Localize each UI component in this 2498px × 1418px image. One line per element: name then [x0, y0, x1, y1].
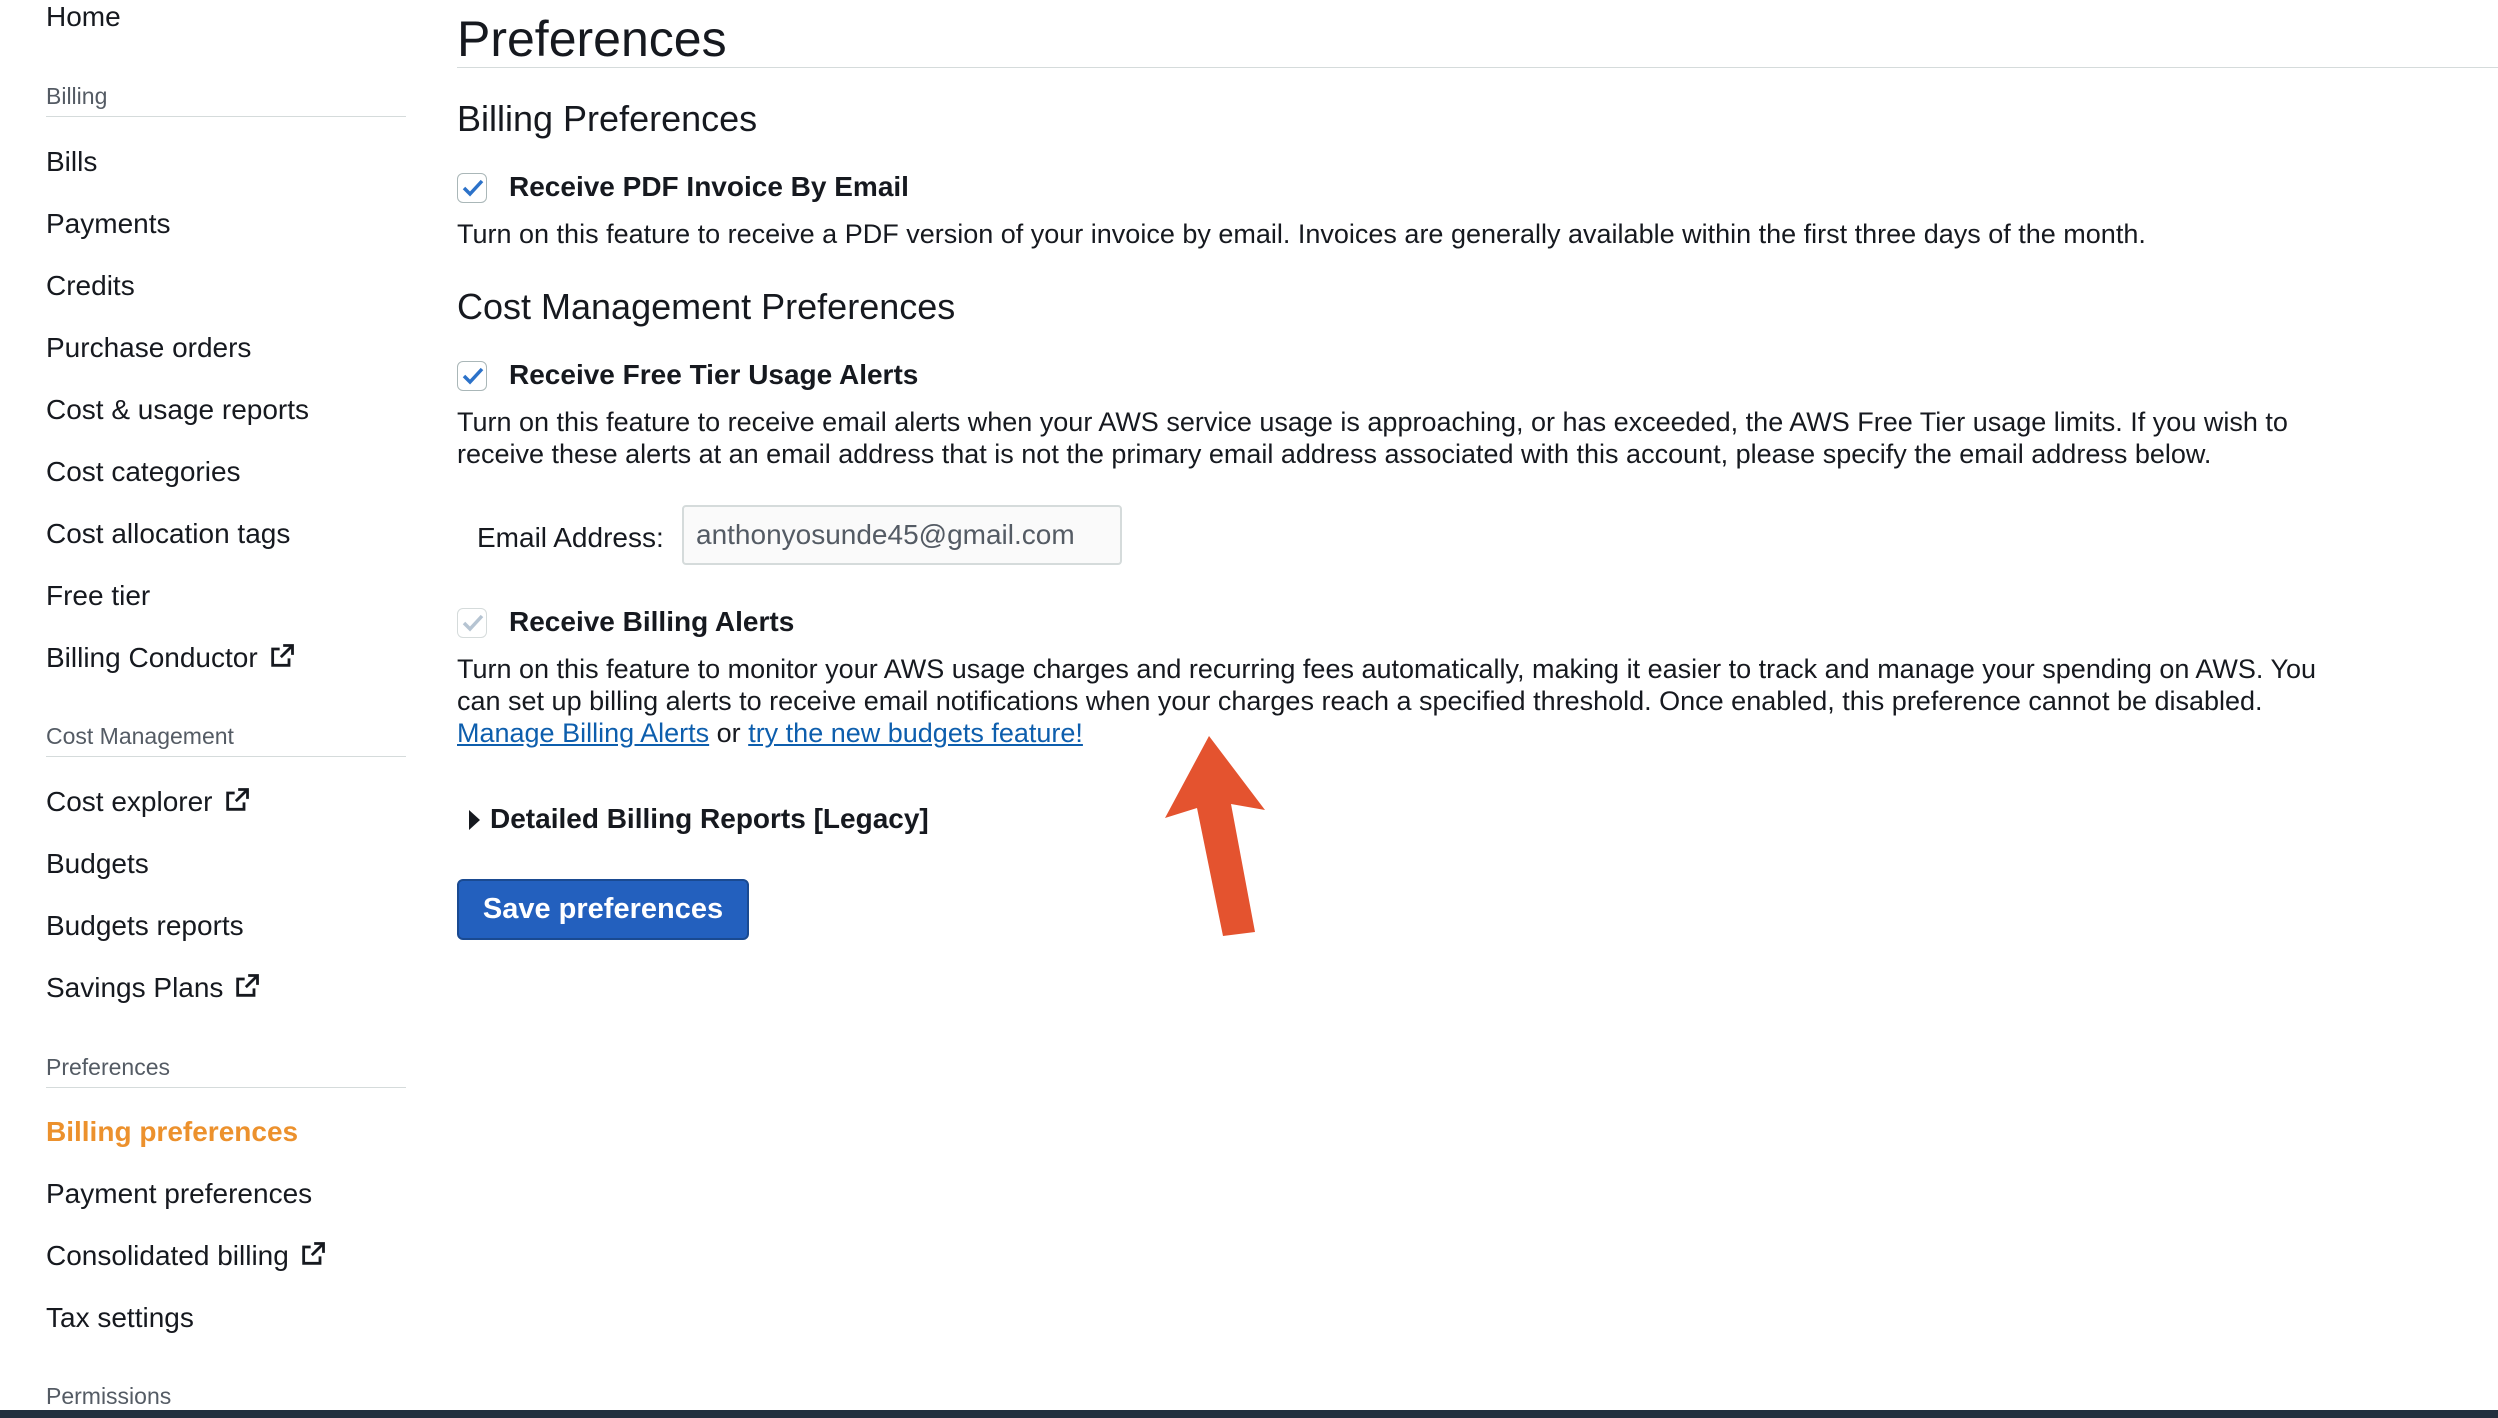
sidebar-item-budgets-reports[interactable]: Budgets reports — [46, 909, 244, 943]
detailed-billing-reports-label: Detailed Billing Reports [Legacy] — [490, 803, 929, 834]
billing-preferences-heading: Billing Preferences — [457, 98, 758, 139]
red-arrow-annotation — [1165, 736, 1265, 936]
sidebar-item-billing-conductor[interactable]: Billing Conductor — [46, 641, 296, 678]
sidebar-item-label: Cost explorer — [46, 786, 213, 817]
sidebar-item-cost-explorer[interactable]: Cost explorer — [46, 785, 251, 822]
sidebar-item-purchase-orders[interactable]: Purchase orders — [46, 331, 251, 365]
checkmark-icon — [462, 367, 484, 385]
sidebar-item-label: Savings Plans — [46, 972, 224, 1003]
sidebar-item-cost-allocation-tags[interactable]: Cost allocation tags — [46, 517, 290, 551]
sidebar-nav: Home Billing Bills Payments Credits Purc… — [0, 0, 430, 1418]
email-address-input[interactable] — [682, 505, 1122, 565]
sidebar-item-savings-plans[interactable]: Savings Plans — [46, 971, 261, 1008]
external-link-icon — [299, 1240, 327, 1276]
external-link-icon — [268, 642, 296, 678]
cost-management-heading: Cost Management Preferences — [457, 286, 956, 327]
sidebar-item-budgets[interactable]: Budgets — [46, 847, 149, 881]
sidebar-item-label: Billing Conductor — [46, 642, 258, 673]
try-budgets-link[interactable]: try the new budgets feature! — [748, 718, 1083, 748]
sidebar-item-billing-preferences[interactable]: Billing preferences — [46, 1115, 298, 1149]
or-text: or — [716, 718, 741, 748]
pdf-invoice-label[interactable]: Receive PDF Invoice By Email — [509, 170, 909, 204]
pdf-invoice-description: Turn on this feature to receive a PDF ve… — [457, 219, 2146, 249]
sidebar-section-billing: Billing — [46, 82, 406, 117]
external-link-icon — [233, 972, 261, 1008]
billing-alerts-text: Turn on this feature to monitor your AWS… — [457, 654, 2317, 716]
caret-right-icon — [469, 810, 480, 830]
free-tier-alerts-checkbox[interactable] — [457, 361, 487, 391]
sidebar-item-home[interactable]: Home — [46, 0, 121, 34]
billing-alerts-label: Receive Billing Alerts — [509, 606, 795, 637]
pdf-invoice-checkbox[interactable] — [457, 173, 487, 203]
detailed-billing-reports-toggle[interactable]: Detailed Billing Reports [Legacy] — [469, 802, 929, 836]
billing-alerts-description: Turn on this feature to monitor your AWS… — [457, 653, 2357, 749]
free-tier-alerts-label[interactable]: Receive Free Tier Usage Alerts — [509, 358, 918, 392]
sidebar-item-label: Consolidated billing — [46, 1240, 289, 1271]
free-tier-description: Turn on this feature to receive email al… — [457, 407, 2288, 469]
checkmark-icon — [462, 179, 484, 197]
sidebar-item-payments[interactable]: Payments — [46, 207, 171, 241]
sidebar-section-cost-management: Cost Management — [46, 722, 406, 757]
sidebar-item-cost-usage-reports[interactable]: Cost & usage reports — [46, 393, 309, 427]
sidebar-item-tax-settings[interactable]: Tax settings — [46, 1301, 194, 1335]
sidebar-item-consolidated-billing[interactable]: Consolidated billing — [46, 1239, 327, 1276]
sidebar-item-free-tier[interactable]: Free tier — [46, 579, 150, 613]
billing-alerts-checkbox — [457, 608, 487, 638]
manage-billing-alerts-link[interactable]: Manage Billing Alerts — [457, 718, 709, 748]
sidebar-section-preferences: Preferences — [46, 1053, 406, 1088]
checkmark-icon — [462, 614, 484, 632]
title-divider — [457, 67, 2498, 68]
sidebar-item-payment-preferences[interactable]: Payment preferences — [46, 1177, 312, 1211]
bottom-bar — [0, 1410, 2498, 1418]
sidebar-item-credits[interactable]: Credits — [46, 269, 135, 303]
page-title: Preferences — [457, 11, 727, 67]
save-preferences-button[interactable]: Save preferences — [457, 879, 749, 940]
sidebar-item-bills[interactable]: Bills — [46, 145, 97, 179]
email-address-label: Email Address: — [477, 522, 664, 553]
sidebar-item-cost-categories[interactable]: Cost categories — [46, 455, 241, 489]
external-link-icon — [223, 786, 251, 822]
